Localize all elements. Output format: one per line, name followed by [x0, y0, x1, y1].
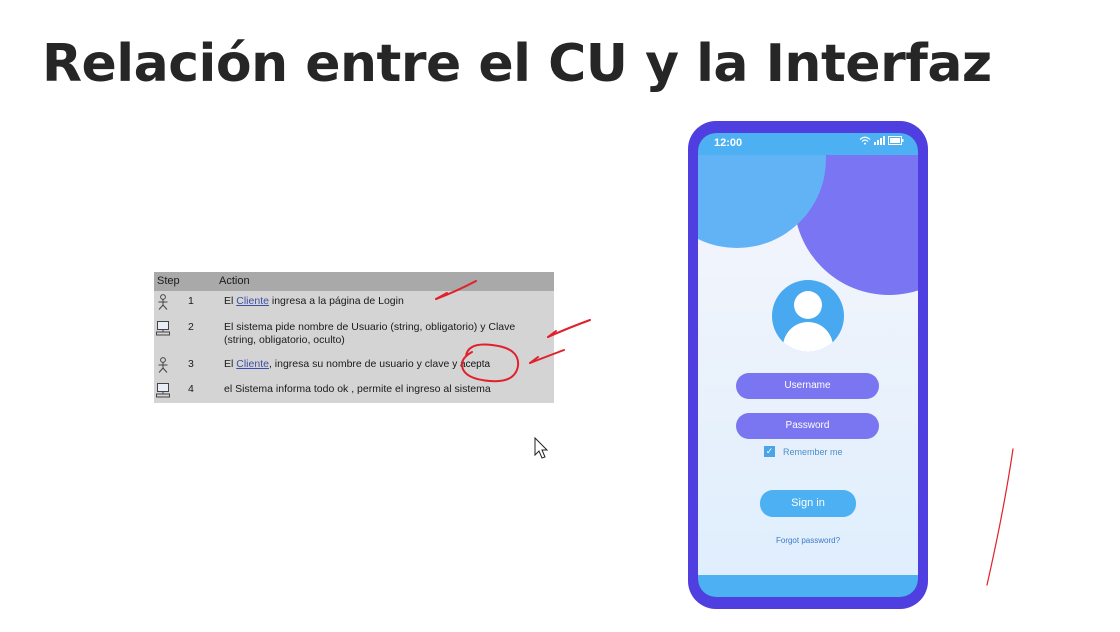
red-check-mark [547, 319, 591, 338]
red-circle-annotation [460, 343, 520, 383]
mouse-cursor-icon [534, 436, 549, 459]
annotation-layer [435, 280, 1014, 586]
red-stroke [986, 448, 1014, 586]
red-check-mark [529, 349, 565, 364]
